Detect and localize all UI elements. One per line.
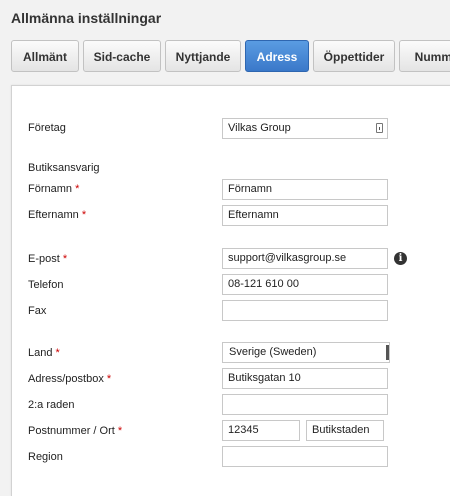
email-field[interactable]: support@vilkasgroup.se	[222, 248, 388, 269]
page-title: Allmänna inställningar	[11, 10, 162, 26]
country-label-text: Land	[28, 347, 53, 359]
last-name-label-text: Efternamn	[28, 209, 79, 221]
contact-card-icon[interactable]	[376, 123, 383, 133]
address2-field[interactable]	[222, 394, 388, 415]
required-marker: *	[75, 183, 80, 195]
company-field[interactable]: Vilkas Group	[222, 118, 388, 139]
last-name-label: Efternamn *	[28, 209, 86, 221]
country-selected-value: Sverige (Sweden)	[229, 346, 317, 358]
email-label: E-post *	[28, 253, 67, 265]
first-name-label: Förnamn *	[28, 183, 79, 195]
required-marker: *	[55, 347, 60, 359]
required-marker: *	[62, 253, 68, 265]
tab-nyttjande[interactable]: Nyttjande	[165, 40, 241, 72]
first-name-field[interactable]: Förnamn	[222, 179, 388, 200]
postal-label-text: Postnummer / Ort	[28, 425, 115, 437]
fax-field[interactable]	[222, 300, 388, 321]
address-label: Adress/postbox *	[28, 373, 111, 385]
address2-label: 2:a raden	[28, 399, 75, 411]
country-select[interactable]: Sverige (Sweden)	[222, 342, 390, 363]
chevron-down-icon	[386, 345, 389, 360]
tab-sid-cache[interactable]: Sid-cache	[83, 40, 161, 72]
required-marker: *	[117, 425, 123, 437]
city-field[interactable]: Butikstaden	[306, 420, 384, 441]
region-label: Region	[28, 451, 63, 463]
postcode-field[interactable]: 12345	[222, 420, 300, 441]
first-name-label-text: Förnamn	[28, 183, 73, 195]
phone-field[interactable]: 08-121 610 00	[222, 274, 388, 295]
tab-allmant[interactable]: Allmänt	[11, 40, 79, 72]
tab-adress[interactable]: Adress	[245, 40, 309, 72]
tab-bar: Allmänt Sid-cache Nyttjande Adress Öppet…	[11, 40, 450, 74]
section-contact-heading: Butiksansvarig	[28, 162, 100, 174]
region-field[interactable]	[222, 446, 388, 467]
info-icon[interactable]: i	[394, 252, 407, 265]
last-name-field[interactable]: Efternamn	[222, 205, 388, 226]
tab-nummer[interactable]: Nummer	[399, 40, 450, 72]
required-marker: *	[106, 373, 112, 385]
address-field[interactable]: Butiksgatan 10	[222, 368, 388, 389]
company-value: Vilkas Group	[228, 122, 291, 134]
postal-label: Postnummer / Ort *	[28, 425, 122, 437]
phone-label: Telefon	[28, 279, 64, 291]
address-label-text: Adress/postbox	[28, 373, 104, 385]
email-label-text: E-post	[28, 253, 60, 265]
fax-label: Fax	[28, 305, 47, 317]
required-marker: *	[81, 209, 87, 221]
country-label: Land *	[28, 347, 60, 359]
tab-oppettider[interactable]: Öppettider	[313, 40, 395, 72]
company-label: Företag	[28, 122, 66, 134]
